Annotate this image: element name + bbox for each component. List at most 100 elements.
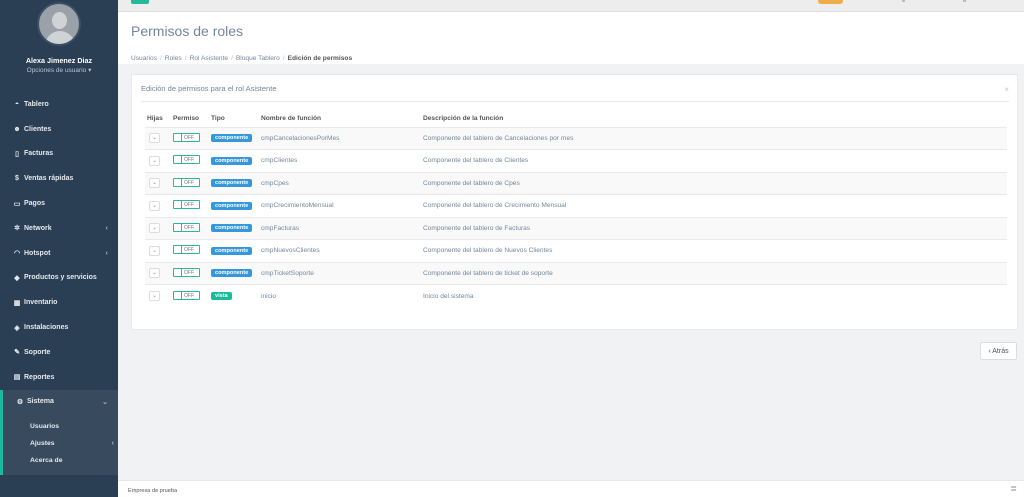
table-row: ⌄ OFF componente cmpCrecimientoMensual Compo… <box>145 194 1007 217</box>
type-badge: componente <box>211 156 253 165</box>
cell-permiso: OFF <box>171 239 209 262</box>
cell-descripcion: Inicio del sistema <box>421 284 1007 307</box>
page-title: Permisos de roles <box>131 23 244 39</box>
sidebar-item-label: Sistema <box>27 398 54 406</box>
sidebar-item-ventas-rapidas[interactable]: $ Ventas rápidas <box>0 166 118 191</box>
sidebar-item-label: Inventario <box>24 299 58 307</box>
cell-hijas: ⌄ <box>145 171 171 195</box>
cell-nombre: cmpFacturas <box>259 216 421 240</box>
toggle-knob <box>174 156 182 164</box>
cell-permiso: OFF <box>171 194 209 217</box>
sidebar-item-tablero[interactable]: ◓ Tablero <box>0 92 118 117</box>
menu-toggle-button[interactable] <box>131 0 149 4</box>
sidebar-item-sistema[interactable]: ⚙ Sistema ⌄ <box>0 389 118 415</box>
messages-icon[interactable] <box>963 0 966 2</box>
submenu-item-ajustes[interactable]: Ajustes ‹ <box>3 435 118 452</box>
sidebar-item-instalaciones[interactable]: ◈ Instalaciones <box>0 315 118 340</box>
sidebar-item-facturas[interactable]: ▯ Facturas <box>0 142 118 167</box>
sidebar-item-network[interactable]: ✲ Network ‹ <box>0 216 118 241</box>
permission-toggle[interactable]: OFF <box>173 200 200 210</box>
book-icon: ▤ <box>13 374 21 382</box>
table-row: ⌄ OFF vista inicio Inicio del sistema <box>145 284 1007 307</box>
cell-nombre: cmpNuevosClientes <box>259 239 421 262</box>
sidebar-item-soporte[interactable]: ✎ Soporte <box>0 340 118 365</box>
cell-descripcion: Componente del tablero de Crecimiento Me… <box>421 194 1007 217</box>
cell-hijas: ⌄ <box>145 239 171 262</box>
breadcrumb-link[interactable]: Rol Asistente <box>190 55 228 62</box>
chevron-down-icon[interactable]: ⌄ <box>149 245 160 256</box>
breadcrumb-link[interactable]: Roles <box>165 55 182 62</box>
chevron-down-icon[interactable]: ⌄ <box>149 178 160 189</box>
close-icon[interactable]: × <box>1004 85 1009 94</box>
chevron-down-icon[interactable]: ⌄ <box>149 268 160 279</box>
sidebar-item-clientes[interactable]: ☻ Clientes <box>0 117 118 142</box>
sidebar-nav: ◓ Tablero ☻ Clientes ▯ Facturas $ Ventas rápida… <box>0 92 118 476</box>
cell-hijas: ⌄ <box>145 216 171 240</box>
sidebar-item-inventario[interactable]: ▦ Inventario <box>0 290 118 315</box>
cell-permiso: OFF <box>171 126 209 150</box>
permission-toggle[interactable]: OFF <box>173 177 200 187</box>
sidebar-item-pagos[interactable]: ▭ Pagos <box>0 191 118 216</box>
cell-nombre: cmpCpes <box>259 171 421 195</box>
permission-toggle[interactable]: OFF <box>173 267 200 277</box>
chevron-down-icon[interactable]: ⌄ <box>149 291 160 301</box>
footer: Empresa de prueba ≣ <box>118 480 1024 497</box>
settings-icon[interactable]: ≣ <box>1010 484 1017 493</box>
cell-permiso: OFF <box>171 171 209 195</box>
chevron-down-icon[interactable]: ⌄ <box>149 133 160 144</box>
chevron-down-icon: ⌄ <box>102 398 108 406</box>
cell-tipo: componente <box>209 216 259 240</box>
permission-toggle[interactable]: OFF <box>173 222 200 232</box>
cell-tipo: componente <box>209 126 259 150</box>
sidebar-item-label: Hotspot <box>24 249 51 257</box>
user-options-dropdown[interactable]: Opciones de usuario ▾ <box>0 66 118 74</box>
chevron-left-icon: ‹ <box>105 249 108 257</box>
type-badge: componente <box>211 246 253 255</box>
cell-nombre: cmpClientes <box>259 149 421 172</box>
submenu-item-label: Usuarios <box>30 423 60 431</box>
column-header-nombre: Nombre de función <box>261 114 322 122</box>
panel-divider <box>141 101 1009 102</box>
permission-toggle[interactable]: OFF <box>173 155 200 165</box>
cell-descripcion: Componente del tablero de Cancelaciones … <box>421 126 1007 150</box>
sidebar-item-label: Facturas <box>24 150 54 158</box>
permission-toggle[interactable]: OFF <box>173 245 200 255</box>
submenu-item-usuarios[interactable]: Usuarios <box>3 418 118 435</box>
credit-card-icon: ▭ <box>13 200 21 208</box>
notification-badge[interactable] <box>818 0 843 4</box>
sidebar-item-label: Reportes <box>24 373 55 381</box>
network-icon: ✲ <box>14 225 20 233</box>
breadcrumb-link[interactable]: Bloque Tablero <box>236 55 280 62</box>
cell-descripcion: Componente del tablero de Cpes <box>421 171 1007 195</box>
page-header: Permisos de roles Usuarios / Roles / Rol Asi… <box>118 12 1024 64</box>
breadcrumb-link[interactable]: Usuarios <box>131 55 157 62</box>
sidebar-item-label: Clientes <box>24 125 52 133</box>
back-button[interactable]: ‹ Atrás <box>980 342 1017 360</box>
table-row: ⌄ OFF componente cmpCpes Componente del tabl… <box>145 171 1007 195</box>
avatar[interactable] <box>37 2 81 46</box>
sidebar-item-reportes[interactable]: ▤ Reportes <box>0 365 118 390</box>
cogs-icon: ⚙ <box>16 398 24 406</box>
submenu-item-label: Ajustes <box>30 440 55 448</box>
breadcrumb: Usuarios / Roles / Rol Asistente / Bloque Tabl… <box>131 55 352 62</box>
user-menu-icon[interactable] <box>902 0 905 2</box>
cell-nombre: cmpCrecimientoMensual <box>259 194 421 217</box>
avatar-body <box>45 31 75 44</box>
cell-permiso: OFF <box>171 261 209 285</box>
sidebar-item-hotspot[interactable]: ◠ Hotspot ‹ <box>0 241 118 266</box>
toggle-knob <box>174 133 182 141</box>
toggle-knob <box>174 291 182 299</box>
cell-permiso: OFF <box>171 149 209 172</box>
table-row: ⌄ OFF componente cmpClientes Componente del … <box>145 149 1007 172</box>
chevron-down-icon[interactable]: ⌄ <box>149 200 160 211</box>
breadcrumb-current: Edición de permisos <box>287 55 353 62</box>
dashboard-icon: ◓ <box>14 100 20 108</box>
cell-nombre: inicio <box>259 284 421 307</box>
permission-toggle[interactable]: OFF <box>173 132 200 142</box>
toggle-label: OFF <box>184 224 194 231</box>
chevron-down-icon[interactable]: ⌄ <box>149 155 160 166</box>
chevron-down-icon[interactable]: ⌄ <box>149 223 160 234</box>
submenu-item-acerca-de[interactable]: Acerca de <box>3 452 118 469</box>
sidebar-item-productos-y-servicios[interactable]: ◆ Productos y servicios <box>0 266 118 291</box>
permission-toggle[interactable]: OFF <box>173 290 200 300</box>
